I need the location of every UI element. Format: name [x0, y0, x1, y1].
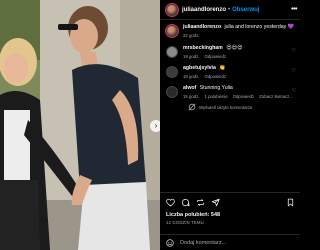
follow-button[interactable]: Obserwuj: [232, 7, 259, 13]
comment-icon[interactable]: [181, 198, 190, 207]
comment-username[interactable]: agbetujsylvia: [183, 65, 216, 71]
comment-text: 😍😍😍: [226, 45, 243, 51]
translate-button[interactable]: Zobacz tłumacz...: [259, 94, 293, 99]
post-panel: juliaandlorenzo • Obserwuj ••• juliaandl…: [160, 0, 300, 250]
comment-time[interactable]: 19 godz.: [183, 54, 200, 59]
separator-dot: •: [228, 6, 231, 13]
comment-avatar[interactable]: [166, 66, 178, 78]
bookmark-icon[interactable]: [286, 198, 295, 207]
comment-username[interactable]: mrsbeckingham: [183, 45, 223, 51]
reply-button[interactable]: Odpowiedz: [205, 54, 227, 59]
comment-item: mrsbeckingham 😍😍😍 19 godz. Odpowiedz ♡: [166, 45, 296, 59]
post-photo[interactable]: ›: [0, 0, 160, 250]
post-actions: Liczba polubień: 548 12 GODZIN TEMU: [160, 192, 300, 225]
comment-item: alwof Stunning Yulia 15 godz. 1 polubien…: [166, 85, 296, 99]
comments-list: juliaandlorenzo julia and lorenzo yester…: [160, 20, 300, 111]
post-header: juliaandlorenzo • Obserwuj •••: [160, 0, 300, 20]
next-photo-button[interactable]: ›: [150, 120, 160, 132]
emoji-icon[interactable]: [166, 238, 174, 247]
comment-text: 👏: [219, 65, 226, 71]
heart-icon[interactable]: [166, 198, 175, 207]
comment-heart-icon[interactable]: ♡: [292, 48, 296, 54]
hidden-comments-icon: [188, 103, 196, 111]
caption-username[interactable]: juliaandlorenzo: [183, 24, 221, 30]
comment-item: agbetujsylvia 👏 18 godz. Odpowiedz ♡: [166, 65, 296, 79]
reply-button[interactable]: Odpowiedz: [233, 94, 255, 99]
add-comment-bar: Dodaj komentarz...: [160, 234, 300, 250]
likes-count[interactable]: Liczba polubień: 548: [166, 212, 295, 218]
comment-likes[interactable]: 1 polubienie: [205, 94, 228, 99]
caption-text: julia and lorenzo yesterday 💜: [224, 24, 295, 30]
comment-text: Stunning Yulia: [199, 85, 233, 91]
add-comment-input[interactable]: Dodaj komentarz...: [180, 240, 226, 246]
more-options-icon[interactable]: •••: [291, 6, 297, 13]
comment-username[interactable]: alwof: [183, 85, 196, 91]
send-icon[interactable]: [211, 198, 220, 207]
comment-avatar[interactable]: [166, 86, 178, 98]
caption-avatar[interactable]: [166, 25, 178, 37]
reply-button[interactable]: Odpowiedz: [205, 74, 227, 79]
author-username[interactable]: juliaandlorenzo: [182, 7, 226, 13]
comment-heart-icon[interactable]: ♡: [292, 88, 296, 94]
post-image: [0, 0, 160, 250]
caption: juliaandlorenzo julia and lorenzo yester…: [166, 24, 296, 38]
comment-avatar[interactable]: [166, 46, 178, 58]
comment-time[interactable]: 18 godz.: [183, 74, 200, 79]
view-hidden-comments-label: Wyświetl ukryte komentarze: [199, 104, 253, 110]
caption-time[interactable]: 22 godz.: [183, 33, 200, 38]
view-hidden-comments[interactable]: Wyświetl ukryte komentarze: [188, 103, 296, 111]
repost-icon[interactable]: [196, 198, 205, 207]
comment-heart-icon[interactable]: ♡: [292, 68, 296, 74]
author-avatar[interactable]: [166, 3, 178, 16]
comment-time[interactable]: 15 godz.: [183, 94, 200, 99]
post-date: 12 GODZIN TEMU: [166, 220, 204, 225]
